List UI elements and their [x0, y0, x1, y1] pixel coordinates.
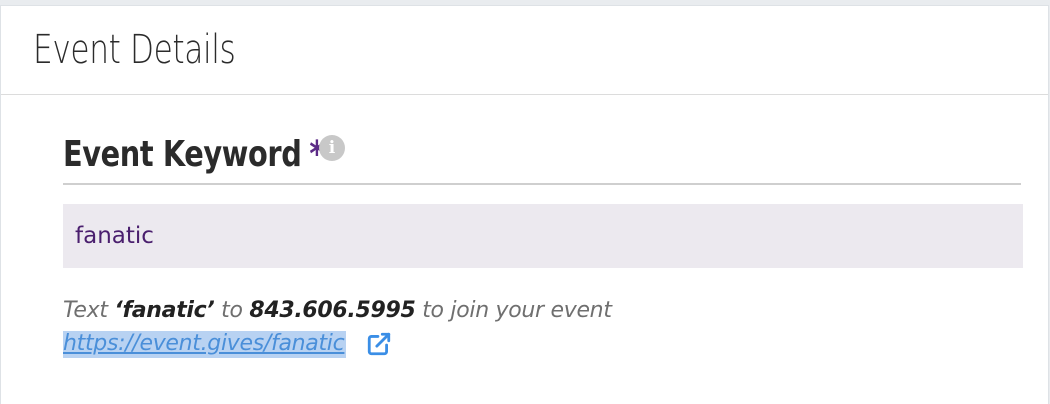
- help-text: Text ‘fanatic’ to 843.606.5995 to join y…: [63, 296, 1021, 326]
- event-keyword-input[interactable]: [63, 204, 1023, 268]
- panel-body: Event Keyword* i Text ‘fanatic’ to 843.6…: [1, 133, 1048, 360]
- event-keyword-label-row: Event Keyword * i: [63, 133, 1021, 185]
- help-text-phone: 843.606.5995: [249, 298, 416, 323]
- event-keyword-label: Event Keyword *: [63, 133, 324, 177]
- external-link-icon[interactable]: [366, 331, 392, 357]
- event-link[interactable]: https://event.gives/fanatic: [63, 330, 347, 358]
- event-details-panel: Event Details Event Keyword* i Text ‘fan…: [0, 5, 1049, 404]
- help-text-to: to: [214, 298, 250, 323]
- event-keyword-label-text: Event Keyword: [63, 134, 302, 175]
- panel-title: Event Details: [33, 27, 236, 73]
- help-text-prefix: Text: [63, 298, 115, 323]
- info-icon[interactable]: i: [319, 135, 345, 161]
- help-text-suffix: to join your event: [415, 298, 612, 323]
- panel-header: Event Details: [1, 6, 1048, 95]
- event-link-row: https://event.gives/fanatic: [63, 328, 1021, 360]
- help-text-keyword: ‘fanatic’: [114, 298, 215, 323]
